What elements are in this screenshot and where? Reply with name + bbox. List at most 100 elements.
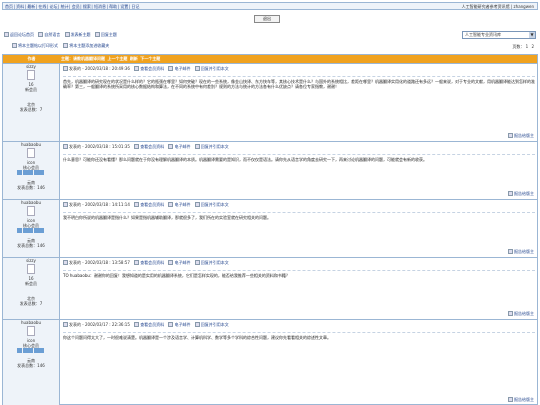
- report-link[interactable]: 报告给版主: [508, 249, 534, 255]
- nav-link-members[interactable]: 会员: [72, 4, 80, 9]
- report-icon: [508, 191, 513, 196]
- profile-icon: [134, 322, 140, 327]
- nav-link-help[interactable]: 帮助: [109, 4, 117, 9]
- printer-icon: [12, 43, 17, 48]
- report-link[interactable]: 报告给版主: [508, 191, 534, 197]
- view-profile-link[interactable]: 查看会员资料: [140, 202, 164, 207]
- rank-stars: [17, 170, 45, 176]
- post: huabaobu icon 核心会员 云南 发表总数：146 发表的 - 200…: [3, 141, 537, 199]
- author-post-count: 发表总数：146: [17, 185, 45, 190]
- nav-link-settings[interactable]: 设置: [120, 4, 128, 9]
- rank-stars: [17, 228, 45, 234]
- email-icon: [168, 66, 174, 71]
- chevron-down-icon[interactable]: ▼: [529, 32, 535, 38]
- back-to-forum-link[interactable]: 返回论坛首页: [10, 32, 34, 37]
- post-icon: [63, 66, 68, 71]
- quote-icon: [194, 260, 200, 265]
- pager-label: 页数：: [512, 44, 525, 49]
- email-icon: [168, 144, 174, 149]
- post-icon: [63, 144, 68, 149]
- report-icon: [508, 397, 513, 402]
- email-icon: [168, 260, 174, 265]
- email-link[interactable]: 电子邮件: [174, 260, 190, 265]
- post-meta: 发表的 - 2002/03/18 : 15:01:35 查看会员资料 电子邮件 …: [63, 144, 229, 151]
- board-select[interactable]: 人工智能专业资讯库 ▼: [462, 31, 536, 39]
- report-link[interactable]: 报告给版主: [508, 311, 534, 317]
- top-navigation-bar: 首页| 资料| 最新| 在线| 论坛| 统计| 会员| 搜索| 短消息| 帮助|…: [2, 2, 538, 10]
- report-link[interactable]: 报告给版主: [508, 397, 534, 403]
- author-post-count: 发表总数：146: [17, 243, 45, 248]
- report-link[interactable]: 报告给版主: [508, 133, 534, 139]
- quote-reply-link[interactable]: 回复并引用本文: [201, 260, 229, 265]
- post-author-panel: huabaobu icon 核心会员 云南 发表总数：146: [3, 142, 60, 199]
- next-topic-link[interactable]: 下一个主题: [140, 56, 160, 61]
- post-meta: 发表的 - 2002/03/18 : 14:11:14 查看会员资料 电子邮件 …: [63, 202, 229, 209]
- quote-reply-link[interactable]: 回复并引用本文: [201, 322, 229, 327]
- quote-icon: [194, 202, 200, 207]
- view-profile-link[interactable]: 查看会员资料: [140, 144, 164, 149]
- nav-link-home[interactable]: 首页: [5, 4, 13, 9]
- avatar: [27, 148, 35, 158]
- post-body: 发表的 - 2002/03/18 : 14:11:14 查看会员资料 电子邮件 …: [61, 200, 537, 257]
- thread-subject: 主题：请教机器翻译问题 上一个主题 刷新 下一个主题: [61, 56, 161, 62]
- author-column-header: 作者: [27, 56, 36, 61]
- author-role: 新会员: [25, 281, 37, 286]
- nav-link-forum[interactable]: 论坛: [50, 4, 58, 9]
- nav-link-diary[interactable]: 日记: [131, 4, 139, 9]
- email-link[interactable]: 电子邮件: [174, 66, 190, 71]
- email-icon: [168, 322, 174, 327]
- quote-icon: [194, 322, 200, 327]
- site-user-info: 人工智能研究者参考资讯馆 | zhangwen: [461, 4, 534, 9]
- view-profile-link[interactable]: 查看会员资料: [140, 322, 164, 327]
- nav-link-messages[interactable]: 短消息: [94, 4, 106, 9]
- post: sizzy 16 新会员 北京 发表总数：7 发表的 - 2002/03/18 …: [3, 63, 537, 141]
- new-topic-link[interactable]: 发表新主题: [71, 32, 91, 37]
- nav-link-profile[interactable]: 资料: [16, 4, 24, 9]
- post-message: 首先，机器翻译的研究现在的状况是什么样的？它的瓶颈在哪里？如何突破？现在的一些系…: [63, 76, 535, 89]
- email-link[interactable]: 电子邮件: [174, 202, 190, 207]
- nav-link-search[interactable]: 搜索: [83, 4, 91, 9]
- thread-title: 主题：请教机器翻译问题: [61, 56, 105, 61]
- author-post-count: 发表总数：146: [17, 363, 45, 368]
- folder-icon: [38, 32, 44, 37]
- reply-link[interactable]: 回复主题: [101, 32, 117, 37]
- post-author-panel: huabaobu icon 核心会员 云南 发表总数：146: [3, 320, 60, 405]
- page-link-2[interactable]: 2: [531, 44, 534, 49]
- pager: 页数： 1 2: [512, 44, 534, 50]
- prev-topic-link[interactable]: 上一个主题: [107, 56, 127, 61]
- print-link[interactable]: 将本主题帖以打印形式: [18, 43, 58, 48]
- post-message: TO huabaobu：谢谢你的回复！我想知道的是实用的机器翻译系统，它们是怎样…: [63, 270, 535, 278]
- post-author-panel: sizzy 16 新会员 北京 发表总数：7: [3, 258, 60, 319]
- quote-reply-link[interactable]: 回复并引用本文: [201, 66, 229, 71]
- nav-link-online[interactable]: 在线: [38, 4, 46, 9]
- author-role: 新会员: [25, 87, 37, 92]
- page-link-1[interactable]: 1: [526, 44, 529, 49]
- profile-icon: [134, 202, 140, 207]
- quote-reply-link[interactable]: 回复并引用本文: [201, 144, 229, 149]
- quote-reply-link[interactable]: 回复并引用本文: [201, 202, 229, 207]
- favorite-link[interactable]: 将本主题添加进收藏夹: [69, 43, 109, 48]
- post-time: 发表的 - 2002/03/18 : 13:58:57: [69, 260, 130, 265]
- logout-button[interactable]: 退出: [254, 15, 280, 23]
- report-icon: [508, 133, 513, 138]
- post-author-panel: huabaobu icon 核心会员 云南 发表总数：146: [3, 200, 60, 257]
- nav-link-stats[interactable]: 统计: [61, 4, 69, 9]
- nav-link-latest[interactable]: 最新: [27, 4, 35, 9]
- email-link[interactable]: 电子邮件: [174, 322, 190, 327]
- thread-table: 作者 主题：请教机器翻译问题 上一个主题 刷新 下一个主题 sizzy 16 新…: [2, 54, 538, 405]
- thread-actions: 将本主题帖以打印形式 将本主题添加进收藏夹: [12, 43, 109, 49]
- author-post-count: 发表总数：7: [19, 107, 43, 112]
- thread-header: 作者 主题：请教机器翻译问题 上一个主题 刷新 下一个主题: [3, 55, 537, 63]
- avatar: [27, 70, 35, 80]
- email-link[interactable]: 电子邮件: [174, 144, 190, 149]
- refresh-link[interactable]: 刷新: [130, 56, 138, 61]
- report-icon: [508, 249, 513, 254]
- post-time: 发表的 - 2002/03/17 : 22:36:15: [69, 322, 130, 327]
- post-time: 发表的 - 2002/03/18 : 20:49:36: [69, 66, 130, 71]
- post-body: 发表的 - 2002/03/18 : 13:58:57 查看会员资料 电子邮件 …: [61, 258, 537, 319]
- view-profile-link[interactable]: 查看会员资料: [140, 66, 164, 71]
- board-link[interactable]: 自然语言: [44, 32, 60, 37]
- post-meta: 发表的 - 2002/03/17 : 22:36:15 查看会员资料 电子邮件 …: [63, 322, 229, 329]
- view-profile-link[interactable]: 查看会员资料: [140, 260, 164, 265]
- top-links: 首页| 资料| 最新| 在线| 论坛| 统计| 会员| 搜索| 短消息| 帮助|…: [5, 4, 140, 9]
